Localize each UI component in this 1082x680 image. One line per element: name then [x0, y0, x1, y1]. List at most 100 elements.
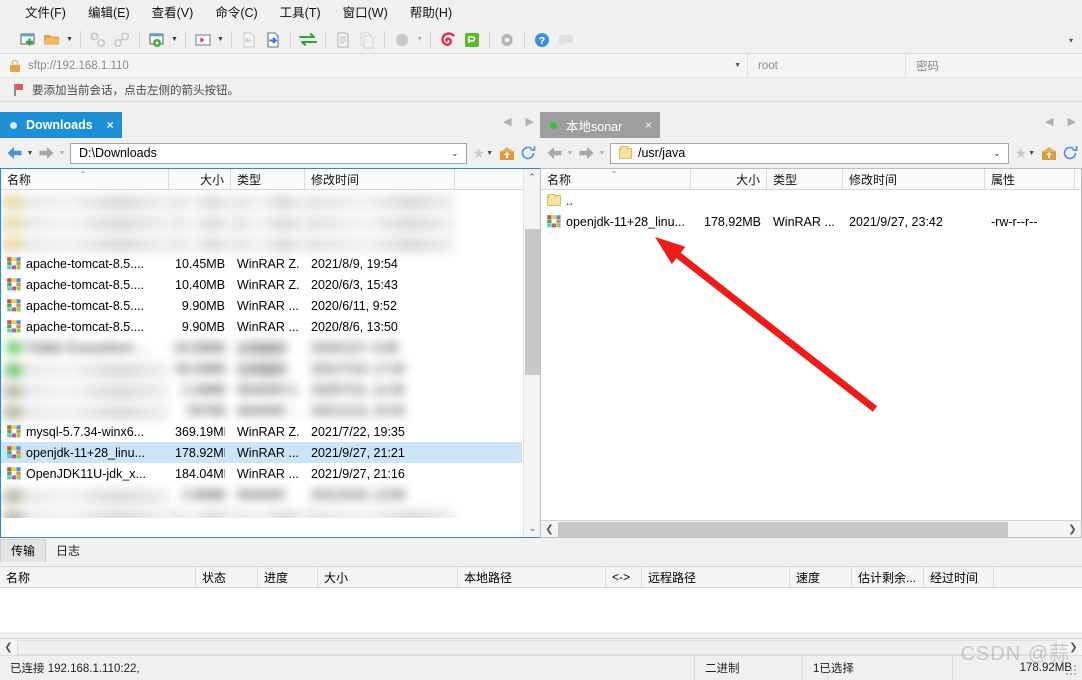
help-icon[interactable]: ? — [530, 28, 554, 52]
scrollbar-track[interactable] — [558, 521, 1064, 538]
reconnect-icon[interactable] — [296, 28, 320, 52]
menu-tools[interactable]: 工具(T) — [269, 2, 332, 24]
remote-file-pane[interactable]: 名称⌃大小类型修改时间属性 ..openjdk-11+28_linu...178… — [540, 168, 1082, 538]
column-header-size[interactable]: 大小 — [691, 169, 767, 189]
quickconnect-host-dropdown-icon[interactable]: ▼ — [734, 62, 741, 69]
table-row[interactable]: apache-tomcat-8.5....9.90MBWinRAR ...202… — [1, 316, 522, 337]
menu-edit[interactable]: 编辑(E) — [77, 2, 141, 24]
queue-column-header-2[interactable]: 进度 — [258, 567, 318, 587]
column-header-mtime[interactable]: 修改时间 — [843, 169, 985, 189]
table-row[interactable]: apache-tomcat-8.5....10.40MBWinRAR Z...2… — [1, 274, 522, 295]
scrollbar-track[interactable] — [17, 639, 1065, 656]
queue-tab-transfer[interactable]: 传输 — [0, 539, 46, 562]
scrollbar-thumb[interactable] — [558, 522, 1008, 537]
local-file-pane[interactable]: 名称⌃大小类型修改时间 apache-tomcat-8.5....10.45MB… — [0, 168, 540, 538]
table-row[interactable]: 597KBWinRAR ...2021/1/13, 15:45 — [1, 400, 522, 421]
remote-bookmark-dropdown-icon[interactable]: ▼ — [1028, 150, 1035, 157]
menu-command[interactable]: 命令(C) — [204, 2, 268, 24]
remote-refresh-icon[interactable] — [1062, 145, 1078, 161]
tab-close-icon[interactable]: × — [645, 118, 652, 132]
sync-browsing-icon[interactable] — [436, 28, 460, 52]
table-row[interactable]: Fiddler Everywhere ...94.68MB应用程序2020/12… — [1, 337, 522, 358]
remote-forward-icon[interactable] — [576, 142, 596, 164]
table-row[interactable]: apache-tomcat-8.5....10.45MBWinRAR Z...2… — [1, 253, 522, 274]
queue-horizontal-scrollbar[interactable]: ❮ ❯ — [0, 638, 1082, 655]
menu-window[interactable]: 窗口(W) — [332, 2, 399, 24]
table-row[interactable]: .. — [541, 190, 1081, 211]
remote-home-icon[interactable] — [1041, 146, 1057, 161]
queue-list[interactable] — [0, 588, 1082, 632]
table-row[interactable] — [1, 505, 522, 518]
settings-gear-icon[interactable] — [495, 28, 519, 52]
local-path-input[interactable]: D:\Downloads ⌄ — [70, 143, 467, 164]
local-home-icon[interactable] — [499, 146, 515, 161]
remote-bookmark-star-icon[interactable]: ★ — [1015, 145, 1028, 162]
queue-column-header-8[interactable]: 估计剩余... — [852, 567, 924, 587]
column-header-perm[interactable]: 属性 — [985, 169, 1075, 189]
queue-column-header-0[interactable]: 名称 — [0, 567, 196, 587]
remote-forward-dropdown-icon[interactable]: ▼ — [596, 142, 608, 164]
table-row[interactable]: 49.43MB应用程序2021/7/19, 17:40 — [1, 358, 522, 379]
column-header-name[interactable]: 名称⌃ — [541, 169, 691, 189]
process-queue-icon[interactable] — [191, 28, 215, 52]
local-forward-dropdown-icon[interactable]: ▼ — [56, 142, 68, 164]
scrollbar-thumb[interactable] — [17, 640, 1057, 655]
menu-view[interactable]: 查看(V) — [141, 2, 205, 24]
menu-file[interactable]: 文件(F) — [14, 2, 77, 24]
table-row[interactable]: OpenJDK11U-jdk_x...184.04MBWinRAR ...202… — [1, 463, 522, 484]
remote-file-list[interactable]: ..openjdk-11+28_linu...178.92MBWinRAR ..… — [541, 190, 1081, 517]
tab-local-sonar[interactable]: 本地sonar × — [540, 112, 660, 138]
copy-icon[interactable] — [355, 28, 379, 52]
table-row[interactable]: mysql-5.7.34-winx6...369.19MBWinRAR Z...… — [1, 421, 522, 442]
remote-back-icon[interactable] — [544, 142, 564, 164]
local-vertical-scrollbar[interactable]: ⌃ ⌄ — [523, 169, 540, 537]
local-forward-icon[interactable] — [36, 142, 56, 164]
open-folder-icon[interactable] — [40, 28, 64, 52]
menu-help[interactable]: 帮助(H) — [399, 2, 463, 24]
speed-limit-dropdown-icon[interactable]: ▼ — [414, 28, 425, 52]
table-row[interactable]: openjdk-11+28_linu...178.92MBWinRAR ...2… — [1, 442, 522, 463]
comment-icon[interactable] — [554, 28, 578, 52]
refresh-icon[interactable] — [145, 28, 169, 52]
queue-column-header-1[interactable]: 状态 — [196, 567, 258, 587]
toggle-message-log-icon[interactable] — [86, 28, 110, 52]
process-queue-dropdown-icon[interactable]: ▼ — [215, 28, 226, 52]
scroll-left-icon[interactable]: ❮ — [541, 521, 558, 538]
queue-column-header-7[interactable]: 速度 — [790, 567, 852, 587]
open-folder-dropdown-icon[interactable]: ▼ — [64, 28, 75, 52]
toolbar-overflow-icon[interactable]: ▾ — [1064, 26, 1078, 54]
column-header-size[interactable]: 大小 — [169, 169, 231, 189]
upload-icon[interactable] — [261, 28, 285, 52]
site-manager-icon[interactable] — [16, 28, 40, 52]
table-row[interactable]: apache-tomcat-8.5....9.90MBWinRAR ...202… — [1, 295, 522, 316]
refresh-dropdown-icon[interactable]: ▼ — [169, 28, 180, 52]
remote-back-dropdown-icon[interactable]: ▼ — [564, 142, 576, 164]
quickconnect-host-field[interactable]: sftp://192.168.1.110 ▼ — [0, 54, 748, 77]
column-header-type[interactable]: 类型 — [231, 169, 305, 189]
queue-column-header-3[interactable]: 大小 — [318, 567, 458, 587]
local-bookmark-star-icon[interactable]: ★ — [473, 145, 486, 162]
table-row[interactable]: openjdk-11+28_linu...178.92MBWinRAR ...2… — [541, 211, 1081, 232]
resize-grip-icon[interactable] — [1065, 665, 1079, 677]
queue-column-header-9[interactable]: 经过时间 — [924, 567, 994, 587]
scroll-down-icon[interactable]: ⌄ — [524, 520, 541, 537]
cancel-operation-icon[interactable] — [237, 28, 261, 52]
column-header-mtime[interactable]: 修改时间 — [305, 169, 455, 189]
queue-column-header-6[interactable]: 远程路径 — [642, 567, 790, 587]
scroll-left-icon[interactable]: ❮ — [0, 639, 17, 656]
tab-close-icon[interactable]: × — [107, 118, 114, 132]
table-row[interactable] — [1, 211, 522, 232]
scroll-right-icon[interactable]: ❯ — [1064, 521, 1081, 538]
local-refresh-icon[interactable] — [520, 145, 536, 161]
quickconnect-password-field[interactable]: 密码 — [906, 54, 1082, 77]
tab-scroll-next-icon[interactable]: ▶ — [526, 115, 534, 128]
scroll-up-icon[interactable]: ⌃ — [524, 169, 540, 186]
tab-downloads[interactable]: Downloads × — [0, 112, 122, 138]
table-row[interactable]: 2.99MBWinRAR2021/3/18, 13:58 — [1, 484, 522, 505]
scroll-right-icon[interactable]: ❯ — [1065, 639, 1082, 656]
toggle-directory-tree-icon[interactable] — [110, 28, 134, 52]
find-files-icon[interactable] — [331, 28, 355, 52]
tab-scroll-prev-icon[interactable]: ◀ — [1045, 115, 1053, 128]
local-file-list[interactable]: apache-tomcat-8.5....10.45MBWinRAR Z...2… — [1, 190, 522, 518]
queue-tab-log[interactable]: 日志 — [46, 540, 90, 562]
